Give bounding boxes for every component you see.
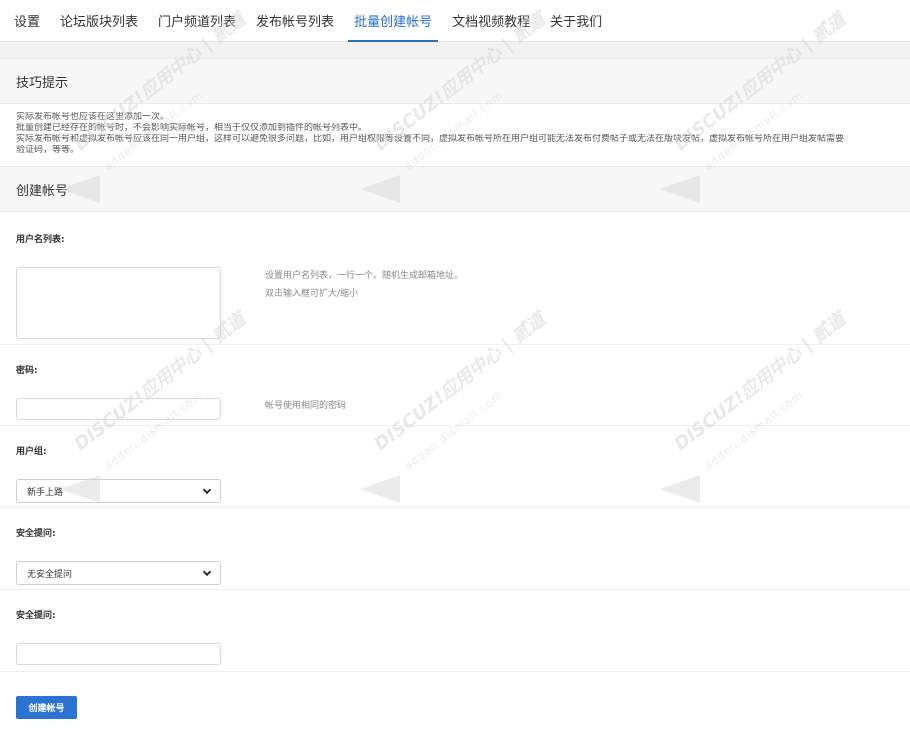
security-answer-input[interactable]: [16, 643, 221, 665]
usergroup-selected: 新手上路: [27, 487, 64, 498]
security-question-label: 安全提问:: [16, 529, 56, 539]
username-list-textarea[interactable]: [16, 267, 221, 339]
chevron-down-icon: [202, 570, 212, 577]
tip-line: 批量创建已经存在的帐号时，不会影响实际帐号，相当于仅仅添加到插件的帐号列表中。: [16, 123, 368, 133]
username-list-row: 用户名列表: 设置用户名列表，一行一个。随机生成邮箱地址。 双击输入框可扩大/缩…: [0, 212, 910, 345]
tip-line: 实际发布帐号也应该在这里添加一次。: [16, 112, 170, 122]
security-answer-row: 安全提问:: [0, 590, 910, 672]
tip-line: 实际发布帐号和虚拟发布帐号应该在同一用户组，这样可以避免很多问题，比如，用户组权…: [16, 134, 845, 144]
username-list-label: 用户名列表:: [16, 235, 65, 245]
spacer: [0, 42, 910, 58]
tab-batch-create-accounts[interactable]: 批量创建帐号: [344, 0, 442, 42]
security-answer-label: 安全提问:: [16, 611, 56, 621]
username-list-resize-hint: 双击输入框可扩大/缩小: [265, 289, 359, 299]
tab-portal-channel-list[interactable]: 门户频道列表: [148, 0, 246, 41]
create-account-button[interactable]: 创建帐号: [16, 696, 77, 719]
chevron-down-icon: [202, 488, 212, 495]
security-question-row: 安全提问: 无安全提问: [0, 508, 910, 590]
tab-forum-list[interactable]: 论坛版块列表: [50, 0, 148, 41]
password-input[interactable]: [16, 398, 221, 420]
password-row: 密码: 帐号使用相同的密码: [0, 345, 910, 426]
tab-publish-account-list[interactable]: 发布帐号列表: [246, 0, 344, 41]
usergroup-label: 用户组:: [16, 447, 47, 457]
tips-content: 实际发布帐号也应该在这里添加一次。 批量创建已经存在的帐号时，不会影响实际帐号，…: [0, 104, 910, 166]
usergroup-row: 用户组: 新手上路: [0, 426, 910, 508]
security-question-selected: 无安全提问: [27, 569, 73, 580]
usergroup-select[interactable]: 新手上路: [16, 479, 221, 503]
tab-settings[interactable]: 设置: [4, 0, 50, 41]
create-account-title: 创建帐号: [0, 166, 910, 212]
tab-doc-video-tutorial[interactable]: 文档视频教程: [442, 0, 540, 41]
tab-about-us[interactable]: 关于我们: [540, 0, 612, 41]
password-hint: 帐号使用相同的密码: [265, 401, 347, 411]
top-tab-bar: 设置 论坛版块列表 门户频道列表 发布帐号列表 批量创建帐号 文档视频教程 关于…: [0, 0, 910, 42]
security-question-select[interactable]: 无安全提问: [16, 561, 221, 585]
tip-line: 验证码，等等。: [16, 145, 80, 155]
password-label: 密码:: [16, 366, 38, 376]
username-list-hint: 设置用户名列表，一行一个。随机生成邮箱地址。: [265, 271, 464, 281]
tips-title: 技巧提示: [0, 58, 910, 104]
